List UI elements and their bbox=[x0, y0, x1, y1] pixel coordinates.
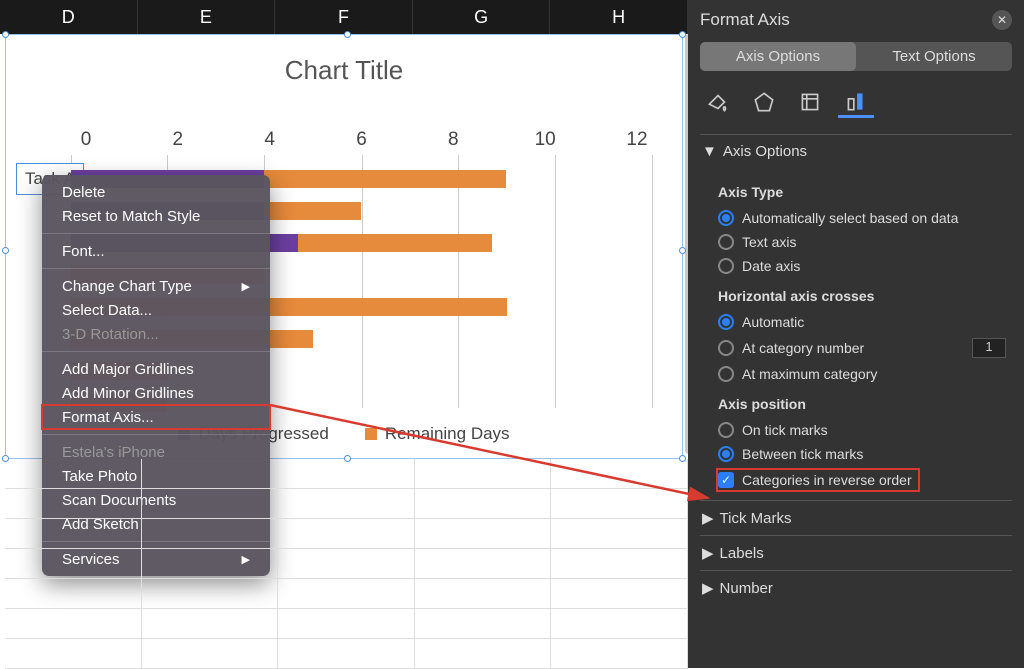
tab-axis-options[interactable]: Axis Options bbox=[700, 42, 856, 71]
radio-automatic[interactable]: Automatic bbox=[718, 310, 1006, 334]
col-header[interactable]: D bbox=[0, 0, 138, 34]
panel-title: Format Axis bbox=[700, 10, 790, 30]
chevron-down-icon: ▼ bbox=[702, 143, 717, 160]
radio-at-max[interactable]: At maximum category bbox=[718, 362, 1006, 386]
fill-line-icon[interactable] bbox=[700, 86, 736, 118]
radio-text-axis[interactable]: Text axis bbox=[718, 230, 1006, 254]
bar-segment[interactable] bbox=[264, 170, 506, 188]
column-headers: D E F G H bbox=[0, 0, 688, 34]
menu-select-data[interactable]: Select Data... bbox=[42, 298, 270, 322]
col-header[interactable]: H bbox=[550, 0, 688, 34]
section-axis-options[interactable]: ▼Axis Options bbox=[700, 134, 1012, 168]
menu-reset-style[interactable]: Reset to Match Style bbox=[42, 204, 270, 228]
chevron-right-icon: ▶ bbox=[702, 509, 714, 527]
x-axis-ticks: 024681012 bbox=[71, 129, 652, 151]
chevron-right-icon: ▶ bbox=[702, 579, 714, 597]
menu-format-axis[interactable]: Format Axis... bbox=[42, 405, 270, 429]
format-axis-panel: Format Axis ✕ Axis Options Text Options … bbox=[688, 0, 1024, 668]
close-icon[interactable]: ✕ bbox=[992, 10, 1012, 30]
radio-auto-data[interactable]: Automatically select based on data bbox=[718, 206, 1006, 230]
section-tick-marks[interactable]: ▶Tick Marks bbox=[700, 500, 1012, 535]
label-axis-position: Axis position bbox=[718, 396, 1006, 412]
section-labels[interactable]: ▶Labels bbox=[700, 535, 1012, 570]
size-properties-icon[interactable] bbox=[792, 86, 828, 118]
chevron-right-icon: ▶ bbox=[702, 544, 714, 562]
submenu-arrow-icon: ▶ bbox=[242, 280, 250, 293]
menu-change-chart-type[interactable]: Change Chart Type▶ bbox=[42, 274, 270, 298]
menu-3d-rotation: 3-D Rotation... bbox=[42, 322, 270, 346]
panel-tabs: Axis Options Text Options bbox=[700, 42, 1012, 71]
spreadsheet-grid[interactable] bbox=[5, 459, 688, 668]
menu-add-minor-gridlines[interactable]: Add Minor Gridlines bbox=[42, 381, 270, 405]
bar-segment[interactable] bbox=[264, 202, 360, 220]
radio-between-tick[interactable]: Between tick marks bbox=[718, 442, 1006, 466]
menu-delete[interactable]: Delete bbox=[42, 180, 270, 204]
chart-title[interactable]: Chart Title bbox=[6, 35, 682, 92]
category-number-input[interactable]: 1 bbox=[972, 338, 1006, 358]
col-header[interactable]: E bbox=[138, 0, 276, 34]
check-icon: ✓ bbox=[718, 472, 734, 488]
label-h-crosses: Horizontal axis crosses bbox=[718, 288, 1006, 304]
col-header[interactable]: F bbox=[275, 0, 413, 34]
section-number[interactable]: ▶Number bbox=[700, 570, 1012, 605]
effects-icon[interactable] bbox=[746, 86, 782, 118]
label-axis-type: Axis Type bbox=[718, 184, 1006, 200]
menu-add-major-gridlines[interactable]: Add Major Gridlines bbox=[42, 357, 270, 381]
tab-text-options[interactable]: Text Options bbox=[856, 42, 1012, 71]
axis-options-icon[interactable] bbox=[838, 86, 874, 118]
radio-at-category[interactable]: At category number1 bbox=[718, 334, 1006, 362]
menu-font[interactable]: Font... bbox=[42, 239, 270, 263]
bar-segment[interactable] bbox=[298, 234, 491, 252]
checkbox-reverse-order[interactable]: ✓Categories in reverse order bbox=[718, 470, 918, 490]
radio-date-axis[interactable]: Date axis bbox=[718, 254, 1006, 278]
col-header[interactable]: G bbox=[413, 0, 551, 34]
radio-on-tick[interactable]: On tick marks bbox=[718, 418, 1006, 442]
